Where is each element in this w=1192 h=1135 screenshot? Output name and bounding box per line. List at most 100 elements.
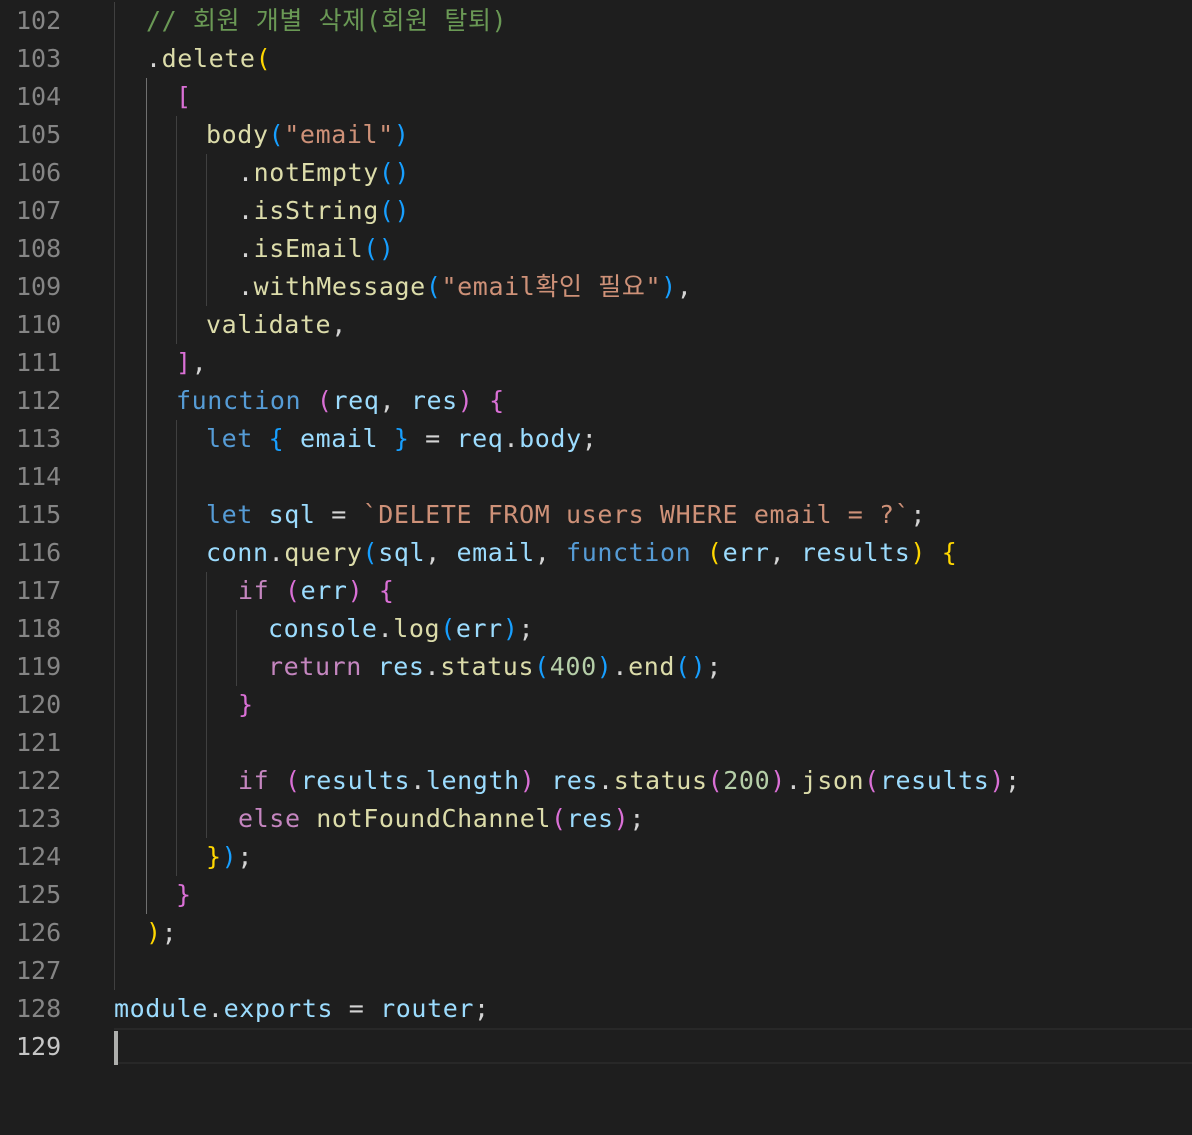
code-line[interactable]: 113 let { email } = req.body;	[0, 420, 1192, 458]
code-token: .	[238, 196, 254, 225]
line-number: 129	[16, 1032, 62, 1061]
code-line[interactable]: 118 console.log(err);	[0, 610, 1192, 648]
indent-guide	[114, 382, 115, 420]
code-line[interactable]: 123 else notFoundChannel(res);	[0, 800, 1192, 838]
code-line[interactable]: 114	[0, 458, 1192, 496]
code-token: )	[910, 538, 927, 567]
indent-guide	[176, 838, 177, 876]
code-token: results	[879, 766, 990, 795]
code-line[interactable]: 117 if (err) {	[0, 572, 1192, 610]
code-line[interactable]: 111],	[0, 344, 1192, 382]
code-line[interactable]: 102 // 회원 개별 삭제(회원 탈퇴)	[0, 2, 1192, 40]
code-line[interactable]: 112 function (req, res) {	[0, 382, 1192, 420]
code-line[interactable]: 122 if (results.length) res.status(200).j…	[0, 762, 1192, 800]
code-token: }	[238, 690, 254, 719]
code-token: withMessage	[253, 272, 426, 301]
code-token: function	[566, 538, 692, 567]
line-number: 104	[16, 82, 62, 111]
code-line[interactable]: 108 .isEmail()	[0, 230, 1192, 268]
code-line[interactable]: 124});	[0, 838, 1192, 876]
indent-guide	[114, 800, 115, 838]
line-number: 112	[16, 386, 62, 415]
line-number: 110	[16, 310, 62, 339]
code-token: {	[378, 576, 395, 605]
indent-guide	[146, 78, 147, 116]
indent-guide	[176, 230, 177, 268]
indent-guide	[146, 610, 147, 648]
code-line[interactable]: 120}	[0, 686, 1192, 724]
line-number: 111	[16, 348, 62, 377]
code-token: (	[284, 766, 301, 795]
code-token: ;	[1005, 766, 1021, 795]
indent-guide	[146, 420, 147, 458]
indent-guide	[114, 762, 115, 800]
code-line[interactable]: 121	[0, 724, 1192, 762]
code-line[interactable]: 129	[0, 1028, 1192, 1066]
line-number: 121	[16, 728, 62, 757]
code-token: .	[503, 424, 520, 453]
code-line[interactable]: 105 body("email")	[0, 116, 1192, 154]
code-token: }	[393, 424, 410, 453]
indent-guide	[114, 876, 115, 914]
indent-guide	[176, 116, 177, 154]
code-token: .	[207, 994, 224, 1023]
code-line[interactable]: 103 .delete(	[0, 40, 1192, 78]
indent-guide	[146, 534, 147, 572]
code-token: )	[989, 766, 1006, 795]
code-token: {	[268, 424, 285, 453]
indent-guide	[114, 838, 115, 876]
code-line[interactable]: 109 .withMessage("email확인 필요"),	[0, 268, 1192, 306]
indent-guide	[146, 800, 147, 838]
code-token: ,	[191, 348, 208, 377]
line-number: 120	[16, 690, 62, 719]
code-token: status	[613, 766, 708, 795]
code-line[interactable]: 110 validate,	[0, 306, 1192, 344]
code-token: )	[596, 652, 613, 681]
text-cursor	[114, 1031, 118, 1065]
code-token: query	[284, 538, 363, 567]
code-line[interactable]: 116 conn.query(sql, email, function (err,…	[0, 534, 1192, 572]
indent-guide	[176, 534, 177, 572]
indent-guide	[146, 382, 147, 420]
code-token: router	[380, 994, 475, 1023]
code-token: (	[864, 766, 880, 795]
indent-guide	[146, 838, 147, 876]
code-token: 400	[549, 652, 597, 681]
code-token: conn	[206, 538, 269, 567]
indent-guide	[114, 154, 115, 192]
indent-guide	[146, 306, 147, 344]
code-token: {	[489, 386, 505, 415]
code-token: [	[176, 82, 192, 111]
line-number: 122	[16, 766, 62, 795]
indent-guide	[146, 724, 147, 762]
indent-guide	[146, 496, 147, 534]
indent-guide	[176, 724, 177, 762]
code-line[interactable]: 104 [	[0, 78, 1192, 116]
code-line[interactable]: 119 return res.status(400).end();	[0, 648, 1192, 686]
code-token: isEmail	[253, 234, 364, 263]
code-token: exports	[223, 994, 334, 1023]
code-line[interactable]: 128 module.exports = router;	[0, 990, 1192, 1028]
code-line[interactable]: 127	[0, 952, 1192, 990]
indent-guide	[114, 192, 115, 230]
code-token: (	[706, 538, 723, 567]
code-editor[interactable]: 102// 회원 개별 삭제(회원 탈퇴) 103 .delete( 104 [105 b…	[0, 2, 1192, 1066]
code-token: ;	[629, 804, 645, 833]
code-token: )	[221, 842, 238, 871]
code-token: res	[566, 804, 614, 833]
code-token: sql	[378, 538, 426, 567]
code-line[interactable]: 125}	[0, 876, 1192, 914]
indent-guide	[146, 154, 147, 192]
indent-guide	[146, 686, 147, 724]
code-token: err	[455, 614, 503, 643]
code-line[interactable]: 106 .notEmpty()	[0, 154, 1192, 192]
indent-guide	[114, 610, 115, 648]
code-token: ;	[910, 500, 927, 529]
code-line[interactable]: 107 .isString()	[0, 192, 1192, 230]
code-line[interactable]: 126);	[0, 914, 1192, 952]
code-token: ()	[363, 234, 395, 263]
code-line[interactable]: 115 let sql = `DELETE FROM users WHERE em…	[0, 496, 1192, 534]
indent-guide	[114, 40, 115, 78]
